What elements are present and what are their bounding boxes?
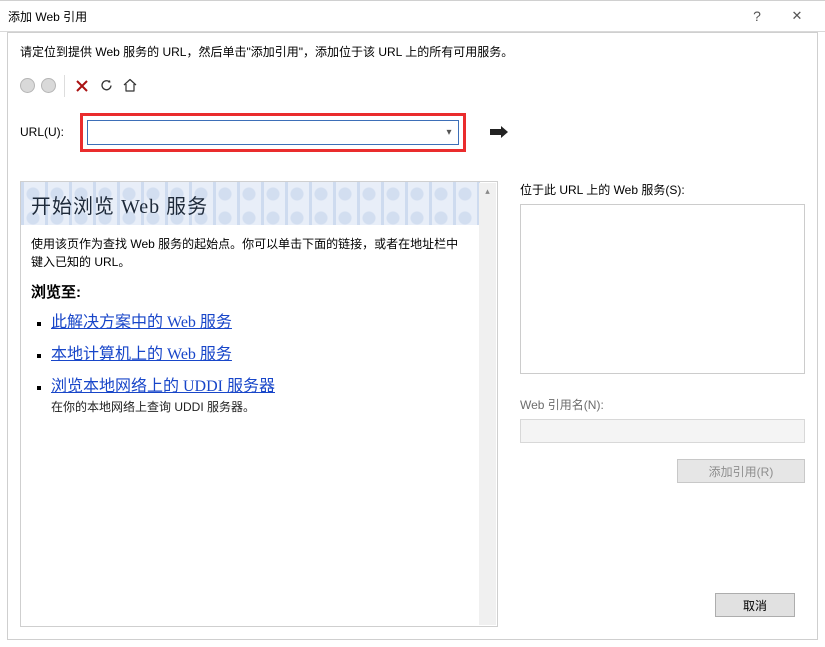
chevron-down-icon[interactable]: ▾ (440, 127, 458, 138)
url-row: URL(U): ▾ (20, 113, 805, 152)
url-label: URL(U): (20, 125, 74, 139)
browser-content: 开始浏览 Web 服务 使用该页作为查找 Web 服务的起始点。你可以单击下面的… (21, 182, 480, 626)
hero-banner: 开始浏览 Web 服务 (21, 182, 480, 225)
go-button[interactable] (488, 122, 510, 142)
url-combobox[interactable]: ▾ (87, 120, 459, 145)
hero-title: 开始浏览 Web 服务 (31, 190, 470, 219)
services-listbox[interactable] (520, 204, 805, 374)
forward-button[interactable] (41, 78, 56, 93)
url-input[interactable] (88, 121, 440, 144)
stop-icon[interactable] (73, 77, 91, 95)
refname-input (520, 419, 805, 443)
link-uddi-servers[interactable]: 浏览本地网络上的 UDDI 服务器 (51, 378, 275, 395)
add-reference-button: 添加引用(R) (677, 459, 805, 483)
url-highlight-box: ▾ (80, 113, 466, 152)
home-icon[interactable] (121, 77, 139, 95)
close-button[interactable]: ✕ (777, 1, 817, 31)
list-item: 此解决方案中的 Web 服务 (51, 308, 480, 332)
browser-panel: 开始浏览 Web 服务 使用该页作为查找 Web 服务的起始点。你可以单击下面的… (20, 181, 498, 627)
right-column: 位于此 URL 上的 Web 服务(S): Web 引用名(N): 添加引用(R… (520, 181, 805, 627)
vertical-scrollbar[interactable]: ▴ (479, 183, 496, 625)
link-solution-services[interactable]: 此解决方案中的 Web 服务 (51, 314, 232, 331)
content-columns: 开始浏览 Web 服务 使用该页作为查找 Web 服务的起始点。你可以单击下面的… (20, 181, 805, 627)
services-label: 位于此 URL 上的 Web 服务(S): (520, 181, 805, 198)
left-column: 开始浏览 Web 服务 使用该页作为查找 Web 服务的起始点。你可以单击下面的… (20, 181, 498, 627)
add-button-row: 添加引用(R) (520, 459, 805, 483)
back-button[interactable] (20, 78, 35, 93)
browse-link-list: 此解决方案中的 Web 服务 本地计算机上的 Web 服务 浏览本地网络上的 U… (51, 308, 480, 415)
cancel-button[interactable]: 取消 (715, 593, 795, 617)
scroll-up-arrow[interactable]: ▴ (479, 183, 496, 200)
refresh-icon[interactable] (97, 77, 115, 95)
intro-text: 使用该页作为查找 Web 服务的起始点。你可以单击下面的链接，或者在地址栏中键入… (21, 225, 480, 271)
dialog-body: 请定位到提供 Web 服务的 URL，然后单击"添加引用"，添加位于该 URL … (7, 32, 818, 640)
refname-label: Web 引用名(N): (520, 396, 805, 413)
nav-toolbar (20, 75, 805, 97)
cancel-row: 取消 (715, 593, 795, 617)
link-description: 在你的本地网络上查询 UDDI 服务器。 (51, 398, 480, 415)
instruction-text: 请定位到提供 Web 服务的 URL，然后单击"添加引用"，添加位于该 URL … (20, 45, 805, 61)
list-item: 本地计算机上的 Web 服务 (51, 340, 480, 364)
help-button[interactable]: ? (737, 1, 777, 31)
link-local-services[interactable]: 本地计算机上的 Web 服务 (51, 346, 232, 363)
list-item: 浏览本地网络上的 UDDI 服务器 在你的本地网络上查询 UDDI 服务器。 (51, 372, 480, 415)
titlebar: 添加 Web 引用 ? ✕ (0, 0, 825, 32)
window-title: 添加 Web 引用 (8, 8, 737, 25)
browse-heading: 浏览至: (31, 281, 470, 302)
toolbar-separator (64, 75, 65, 97)
